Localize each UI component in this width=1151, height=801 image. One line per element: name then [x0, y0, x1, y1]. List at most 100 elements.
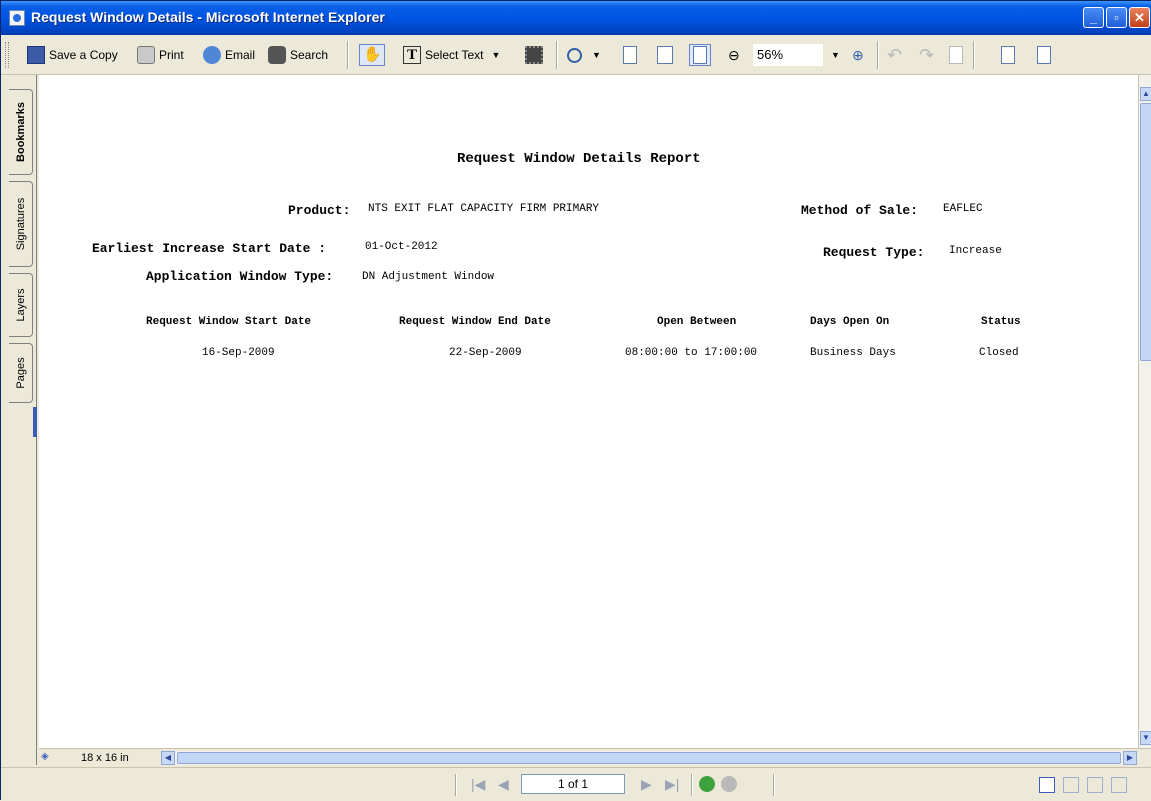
report-title: Request Window Details Report	[457, 151, 701, 167]
tab-layers-label: Layers	[14, 288, 27, 322]
actual-size-icon	[623, 46, 637, 64]
rotate-view-button[interactable]	[1001, 44, 1015, 66]
browser-window: Request Window Details - Microsoft Inter…	[0, 0, 1151, 801]
column-header: Open Between	[657, 316, 737, 328]
zoom-out-icon: ⊖	[728, 46, 740, 63]
toolbar-separator	[455, 774, 457, 796]
print-label: Print	[159, 48, 184, 62]
printer-icon	[137, 46, 155, 64]
fit-page-button[interactable]	[657, 44, 673, 66]
first-page-icon[interactable]: |◀	[471, 776, 485, 793]
ie-icon	[9, 10, 25, 26]
email-icon	[203, 46, 221, 64]
save-copy-label: Save a Copy	[49, 48, 118, 62]
rotate-left-icon: ↶	[887, 44, 903, 65]
column-header: Days Open On	[810, 316, 890, 328]
pdf-page: Request Window Details Report Product: N…	[39, 75, 1138, 748]
next-page-icon[interactable]: ▶	[641, 776, 652, 793]
fit-page-icon	[657, 46, 673, 64]
product-value: NTS EXIT FLAT CAPACITY FIRM PRIMARY	[368, 203, 600, 215]
vertical-scrollbar[interactable]: ▲ ▼	[1138, 75, 1151, 748]
navigation-pane: Bookmarks Signatures Layers Pages	[7, 75, 37, 765]
document-viewport: Request Window Details Report Product: N…	[39, 75, 1138, 748]
actual-size-button[interactable]	[623, 44, 637, 66]
tab-bookmarks[interactable]: Bookmarks	[9, 89, 33, 175]
rotate-right-button[interactable]: ↷	[919, 44, 934, 66]
zoom-in-icon: ⊕	[852, 46, 864, 63]
email-label: Email	[225, 48, 256, 62]
zoom-in-button[interactable]: ⊕	[852, 44, 864, 66]
snapshot-button[interactable]	[525, 44, 547, 66]
toolbar-separator	[877, 41, 879, 69]
extract-page-button[interactable]	[1037, 44, 1051, 66]
floppy-icon	[27, 46, 45, 64]
tab-signatures[interactable]: Signatures	[9, 181, 33, 267]
continuous-view-icon[interactable]	[1063, 777, 1079, 793]
title-bar: Request Window Details - Microsoft Inter…	[1, 1, 1151, 35]
facing-view-icon[interactable]	[1087, 777, 1103, 793]
print-button[interactable]: Print	[137, 44, 184, 66]
maximize-button[interactable]: ▫	[1106, 7, 1127, 28]
toolbar-grip[interactable]	[5, 42, 9, 68]
search-button[interactable]: Search	[268, 44, 328, 66]
earliest-start-value: 01-Oct-2012	[365, 241, 438, 253]
tab-pages[interactable]: Pages	[9, 343, 33, 403]
fit-width-button[interactable]	[689, 44, 711, 66]
previous-page-icon[interactable]: ◀	[498, 776, 509, 793]
table-cell: 22-Sep-2009	[449, 347, 522, 359]
scroll-up-icon[interactable]: ▲	[1140, 87, 1151, 101]
horizontal-scroll-thumb[interactable]	[177, 752, 1121, 764]
email-button[interactable]: Email	[203, 44, 255, 66]
zoom-out-button[interactable]: ⊖	[728, 44, 740, 66]
rotate-right-icon: ↷	[919, 44, 935, 65]
fit-width-icon	[693, 46, 707, 64]
toolbar-separator	[773, 774, 775, 796]
zoom-dropdown[interactable]: ▼	[831, 44, 840, 66]
minimize-button[interactable]: _	[1083, 7, 1104, 28]
hand-icon: ✋	[363, 46, 382, 63]
earliest-start-label: Earliest Increase Start Date :	[92, 241, 327, 256]
table-cell: Business Days	[810, 347, 896, 359]
page-rotate-icon	[1001, 46, 1015, 64]
document-properties-button[interactable]	[949, 44, 963, 66]
hand-tool-button[interactable]: ✋	[359, 44, 385, 66]
go-forward-icon[interactable]	[721, 776, 737, 792]
scroll-down-icon[interactable]: ▼	[1140, 731, 1151, 745]
toolbar-separator	[691, 774, 693, 796]
close-button[interactable]: ✕	[1129, 7, 1150, 28]
chevron-down-icon[interactable]: ▼	[592, 50, 601, 60]
zoom-in-tool-button[interactable]: ▼	[567, 44, 601, 66]
nav-pane-handle[interactable]	[33, 407, 37, 437]
chevron-down-icon[interactable]: ▼	[491, 50, 500, 60]
tab-layers[interactable]: Layers	[9, 273, 33, 337]
split-handle-icon[interactable]: ◈	[41, 751, 49, 762]
single-page-view-icon[interactable]	[1039, 777, 1055, 793]
go-back-icon[interactable]	[699, 776, 715, 792]
scroll-right-icon[interactable]: ▶	[1123, 751, 1137, 765]
vertical-scroll-thumb[interactable]	[1140, 103, 1151, 361]
horizontal-scrollbar[interactable]: ◀ ▶	[161, 751, 1137, 765]
last-page-icon[interactable]: ▶|	[665, 776, 679, 793]
page-number-input[interactable]: 1 of 1	[521, 774, 625, 794]
save-copy-button[interactable]: Save a Copy	[27, 44, 118, 66]
tab-signatures-label: Signatures	[14, 197, 27, 251]
camera-icon	[525, 46, 543, 64]
document-icon	[949, 46, 963, 64]
select-text-button[interactable]: T Select Text ▼	[403, 44, 500, 66]
request-type-value: Increase	[949, 245, 1002, 257]
continuous-facing-view-icon[interactable]	[1111, 777, 1127, 793]
tab-pages-label: Pages	[14, 357, 27, 389]
rotate-left-button[interactable]: ↶	[887, 44, 902, 66]
toolbar-separator	[556, 41, 558, 69]
chevron-down-icon: ▼	[831, 50, 840, 60]
application-window-label: Application Window Type:	[146, 269, 334, 284]
toolbar-separator	[973, 41, 975, 69]
tab-bookmarks-label: Bookmarks	[14, 102, 27, 162]
scroll-left-icon[interactable]: ◀	[161, 751, 175, 765]
column-header: Request Window Start Date	[146, 316, 312, 328]
table-cell: 16-Sep-2009	[202, 347, 275, 359]
binoculars-icon	[268, 46, 286, 64]
method-of-sale-value: EAFLEC	[943, 203, 983, 215]
zoom-input[interactable]: 56%	[753, 44, 823, 66]
product-label: Product:	[288, 203, 351, 218]
